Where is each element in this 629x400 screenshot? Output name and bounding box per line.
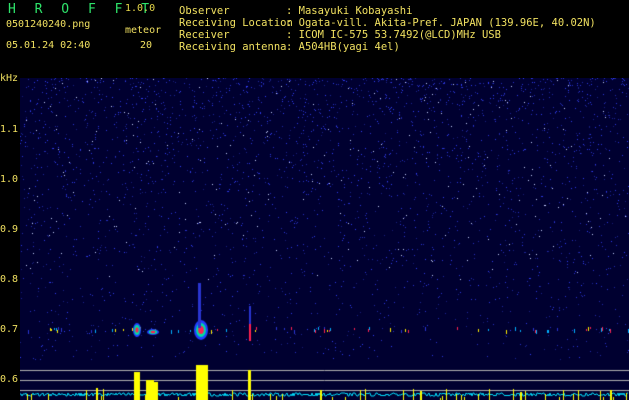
filename: 0501240240.png	[6, 19, 91, 30]
app-version: 1.0.0	[125, 3, 156, 14]
meteor-label: meteor	[125, 25, 162, 36]
y-tick-0-7: 0.7	[0, 324, 19, 335]
info-value-location: : Ogata-vill. Akita-Pref. JAPAN (139.96E…	[286, 17, 596, 29]
info-value-antenna: : A504HB(yagi 4el)	[286, 41, 400, 53]
info-key-receiver: Receiver	[179, 29, 230, 41]
y-tick-1-1: 1.1	[0, 124, 19, 135]
hrofft-window: H R O F F T 1.0.0 0501240240.png meteor …	[0, 0, 629, 400]
datetime: 05.01.24 02:40	[6, 40, 91, 51]
meteor-count: 20	[140, 40, 153, 51]
y-tick-0-9: 0.9	[0, 224, 19, 235]
info-value-observer: : Masayuki Kobayashi	[286, 5, 413, 17]
header-panel: H R O F F T 1.0.0 0501240240.png meteor …	[0, 0, 629, 75]
info-key-antenna: Receiving antenna	[179, 41, 287, 53]
info-value-receiver: : ICOM IC-575 53.7492(@LCD)MHz USB	[286, 29, 501, 41]
info-key-observer: Observer	[179, 5, 230, 17]
y-axis-unit: kHz	[0, 73, 19, 84]
info-key-location: Receiving Location	[179, 17, 293, 29]
y-tick-1-0: 1.0	[0, 174, 19, 185]
y-tick-0-8: 0.8	[0, 274, 19, 285]
y-tick-0-6: 0.6	[0, 374, 19, 385]
spectrogram-canvas	[20, 78, 629, 400]
